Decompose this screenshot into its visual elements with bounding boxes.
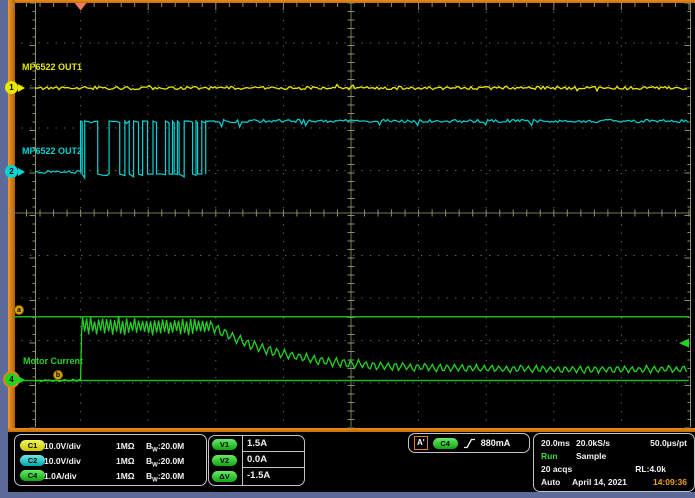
ch1-trace-label: MP6522 OUT1	[22, 62, 82, 72]
ch2-marker-arrow-icon	[18, 168, 25, 176]
trigger-level-value: 880mA	[481, 438, 511, 448]
cursor-v2-value: 0.0A	[243, 452, 304, 468]
cursor-b-handle[interactable]: b	[53, 370, 63, 380]
cursor-values-box: 1.5A 0.0A -1.5A	[242, 436, 304, 485]
ch4-impedance: 1MΩ	[116, 471, 135, 481]
status-bar: C1 10.0V/div 1MΩ BW:20.0M C2 10.0V/div 1…	[8, 432, 695, 492]
ch4-badge[interactable]: C4	[20, 470, 45, 481]
ch4-trace-label: Motor Current	[23, 356, 83, 366]
waveform-display	[8, 0, 695, 428]
ch1-badge[interactable]: C1	[20, 440, 45, 451]
horizontal-acquisition-panel[interactable]: 20.0ms 20.0kS/s 50.0μs/pt Run Sample 20 …	[533, 433, 695, 492]
trigger-settings-panel[interactable]: A' C4 880mA	[408, 433, 530, 453]
ch4-position-marker[interactable]: 4	[5, 373, 18, 386]
ch1-impedance: 1MΩ	[116, 441, 135, 451]
cursor-dv-badge[interactable]: ΔV	[212, 471, 237, 482]
trigger-a-event-badge: A'	[414, 436, 428, 450]
scope-window: 1 2 4 a b MP6522 OUT1 MP6522 OUT2 Motor …	[0, 0, 695, 498]
ch2-impedance: 1MΩ	[116, 456, 135, 466]
display-frame-left	[8, 0, 15, 432]
trigger-mode: Auto	[541, 477, 560, 487]
record-length: RL:4.0k	[635, 464, 666, 474]
ch4-settings-row[interactable]: C4 1.0A/div 1MΩ BW:20.0M	[15, 470, 206, 483]
cursor-v1-value: 1.5A	[243, 436, 304, 452]
cursor-a-handle[interactable]: a	[14, 305, 24, 315]
acquisition-mode: Sample	[576, 451, 606, 461]
ch2-scale: 10.0V/div	[44, 456, 81, 466]
ch4-marker-arrow-icon	[18, 376, 25, 384]
cursor-dv-value: -1.5A	[243, 468, 304, 484]
ch1-scale: 10.0V/div	[44, 441, 81, 451]
ch1-marker-arrow-icon	[18, 84, 25, 92]
trigger-source-badge[interactable]: C4	[433, 438, 458, 449]
ch4-bandwidth: BW:20.0M	[146, 471, 184, 484]
resolution-value: 50.0μs/pt	[650, 438, 687, 448]
sample-rate-value: 20.0kS/s	[576, 438, 610, 448]
cursor-a-label: a	[17, 307, 21, 314]
rising-edge-icon	[463, 437, 476, 450]
ch2-position-marker[interactable]: 2	[5, 165, 18, 178]
ch1-position-marker[interactable]: 1	[5, 81, 18, 94]
display-frame-top	[8, 0, 695, 3]
cursor-b-label: b	[56, 372, 60, 379]
ch2-marker-label: 2	[9, 167, 13, 176]
ch4-scale: 1.0A/div	[44, 471, 77, 481]
cursor-readout-panel[interactable]: V1 V2 ΔV 1.5A 0.0A -1.5A	[208, 435, 305, 486]
ch1-settings-row[interactable]: C1 10.0V/div 1MΩ BW:20.0M	[15, 440, 206, 453]
date-value: April 14, 2021	[572, 477, 627, 487]
ch2-bandwidth: BW:20.0M	[146, 456, 184, 469]
ch2-settings-row[interactable]: C2 10.0V/div 1MΩ BW:20.0M	[15, 455, 206, 468]
cursor-v1-badge[interactable]: V1	[212, 439, 237, 450]
ch1-bandwidth: BW:20.0M	[146, 441, 184, 454]
timebase-value: 20.0ms	[541, 438, 570, 448]
acquisition-count: 20 acqs	[541, 464, 572, 474]
time-value: 14:09:36	[653, 477, 687, 487]
vertical-settings-panel[interactable]: C1 10.0V/div 1MΩ BW:20.0M C2 10.0V/div 1…	[14, 434, 207, 486]
ch1-marker-label: 1	[9, 83, 13, 92]
cursor-v2-badge[interactable]: V2	[212, 455, 237, 466]
run-state: Run	[541, 451, 558, 461]
ch2-trace-label: MP6522 OUT2	[22, 146, 82, 156]
ch2-badge[interactable]: C2	[20, 455, 45, 466]
ch4-marker-label: 4	[9, 375, 13, 384]
